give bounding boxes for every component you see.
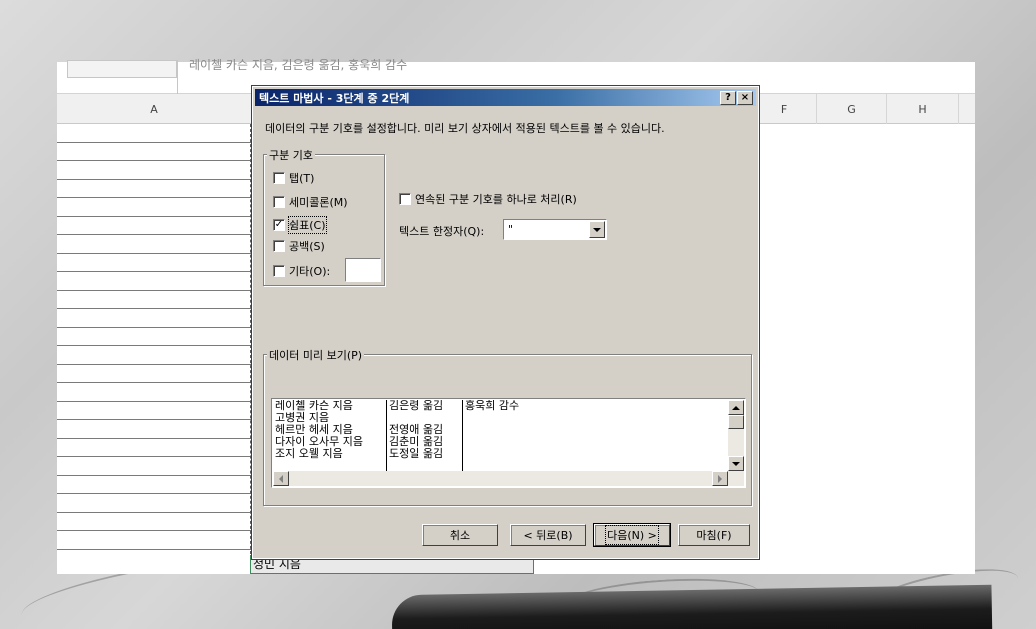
preview-cell: 조지 오웰 지음 [273, 448, 387, 460]
name-box[interactable] [67, 60, 177, 78]
tab-checkbox-label: 탭(T) [289, 172, 315, 185]
tab-checkbox[interactable] [273, 172, 285, 184]
semicolon-checkbox[interactable] [273, 196, 285, 208]
data-preview-label: 데이터 미리 보기(P) [267, 347, 365, 363]
scroll-right-button[interactable] [712, 471, 728, 486]
formula-content[interactable]: 레이첼 카슨 지음, 김은령 옮김, 홍욱희 감수 [189, 56, 407, 73]
cell[interactable] [57, 328, 253, 346]
semicolon-checkbox-row[interactable]: 세미콜론(M) [273, 194, 348, 210]
text-qualifier-select[interactable]: " [503, 219, 607, 240]
finish-button-label: 마침(F) [696, 529, 732, 542]
cell[interactable] [57, 198, 253, 217]
cell[interactable] [57, 439, 253, 457]
preview-row: 조지 오웰 지음 도정일 옮김 [273, 448, 729, 460]
formula-divider [177, 60, 178, 94]
cancel-button[interactable]: 취소 [422, 524, 498, 546]
consecutive-delimiter-checkbox[interactable] [399, 193, 411, 205]
preview-cell: 김은령 옮김 [387, 400, 463, 412]
other-delimiter-input[interactable] [345, 258, 381, 282]
preview-cell [463, 448, 723, 460]
cell[interactable] [57, 124, 253, 143]
preview-cell [463, 436, 723, 448]
preview-cell: 도정일 옮김 [387, 448, 463, 460]
cell[interactable] [57, 309, 253, 328]
comma-checkbox-label: 쉼표(C) [288, 216, 327, 234]
back-button-label: < 뒤로(B) [523, 529, 573, 542]
scroll-down-button[interactable] [728, 456, 744, 471]
cell[interactable] [57, 143, 253, 161]
preview-vertical-scrollbar[interactable] [728, 400, 744, 486]
cancel-button-label: 취소 [449, 529, 471, 542]
pen-image [391, 584, 993, 629]
dialog-title: 텍스트 마법사 - 3단계 중 2단계 [259, 92, 410, 105]
cell[interactable] [57, 383, 253, 402]
column-header-f[interactable]: F [752, 94, 817, 124]
cell[interactable] [57, 254, 253, 272]
dialog-description: 데이터의 구분 기호를 설정합니다. 미리 보기 상자에서 적용된 텍스트를 볼… [265, 122, 665, 135]
text-qualifier-value: " [508, 223, 514, 236]
dropdown-arrow-icon[interactable] [589, 221, 605, 238]
semicolon-checkbox-label: 세미콜론(M) [289, 196, 348, 209]
consecutive-checkbox-row[interactable]: 연속된 구분 기호를 하나로 처리(R) [399, 191, 577, 207]
scroll-up-button[interactable] [728, 400, 744, 415]
cell[interactable] [57, 161, 253, 180]
other-checkbox[interactable] [273, 265, 285, 277]
finish-button[interactable]: 마침(F) [678, 524, 750, 546]
data-preview-box[interactable]: 레이첼 카슨 지음 김은령 옮김 홍욱희 감수 고병권 지음 헤르만 헤세 지음… [271, 398, 746, 488]
preview-cell [463, 412, 723, 424]
cell[interactable] [57, 217, 253, 235]
preview-row: 레이첼 카슨 지음 김은령 옮김 홍욱희 감수 [273, 400, 729, 412]
next-button[interactable]: 다음(N) > [593, 523, 671, 547]
consecutive-delimiter-label: 연속된 구분 기호를 하나로 처리(R) [415, 193, 577, 206]
help-button[interactable]: ? [720, 91, 736, 105]
cell[interactable] [57, 402, 253, 420]
cell[interactable] [57, 494, 253, 513]
column-header-a[interactable]: A [57, 94, 252, 124]
scroll-thumb[interactable] [728, 415, 744, 429]
back-button[interactable]: < 뒤로(B) [510, 524, 586, 546]
text-wizard-dialog: 텍스트 마법사 - 3단계 중 2단계 ? × 데이터의 구분 기호를 설정합니… [251, 85, 760, 560]
column-a-cells [57, 124, 253, 550]
cell[interactable] [57, 291, 253, 309]
cell[interactable] [57, 457, 253, 476]
close-button[interactable]: × [737, 91, 753, 105]
space-checkbox-row[interactable]: 공백(S) [273, 238, 325, 254]
other-checkbox-row[interactable]: 기타(O): [273, 263, 330, 279]
comma-checkbox[interactable]: ✓ [273, 219, 285, 231]
text-qualifier-label: 텍스트 한정자(Q): [399, 225, 485, 238]
cell[interactable] [57, 476, 253, 494]
cell[interactable] [57, 365, 253, 383]
tab-checkbox-row[interactable]: 탭(T) [273, 170, 314, 186]
cell[interactable] [57, 531, 253, 550]
other-checkbox-label: 기타(O): [289, 265, 331, 278]
scroll-left-button[interactable] [273, 471, 289, 486]
comma-checkbox-row[interactable]: ✓ 쉼표(C) [273, 216, 327, 234]
preview-table: 레이첼 카슨 지음 김은령 옮김 홍욱희 감수 고병권 지음 헤르만 헤세 지음… [273, 400, 729, 472]
space-checkbox-label: 공백(S) [289, 240, 325, 253]
preview-cell: 홍욱희 감수 [465, 400, 520, 412]
cell[interactable] [57, 346, 253, 365]
cell[interactable] [57, 180, 253, 198]
cell[interactable] [57, 272, 253, 291]
dialog-titlebar[interactable]: 텍스트 마법사 - 3단계 중 2단계 ? × [255, 89, 756, 106]
cell[interactable] [57, 420, 253, 439]
next-button-label: 다음(N) > [605, 525, 659, 545]
column-header-g[interactable]: G [817, 94, 887, 124]
delimiters-group-label: 구분 기호 [267, 147, 315, 163]
cell[interactable] [57, 235, 253, 254]
preview-cell [463, 424, 723, 436]
column-header-h[interactable]: H [887, 94, 959, 124]
space-checkbox[interactable] [273, 240, 285, 252]
cell[interactable] [57, 513, 253, 531]
preview-horizontal-scrollbar[interactable] [273, 471, 728, 486]
